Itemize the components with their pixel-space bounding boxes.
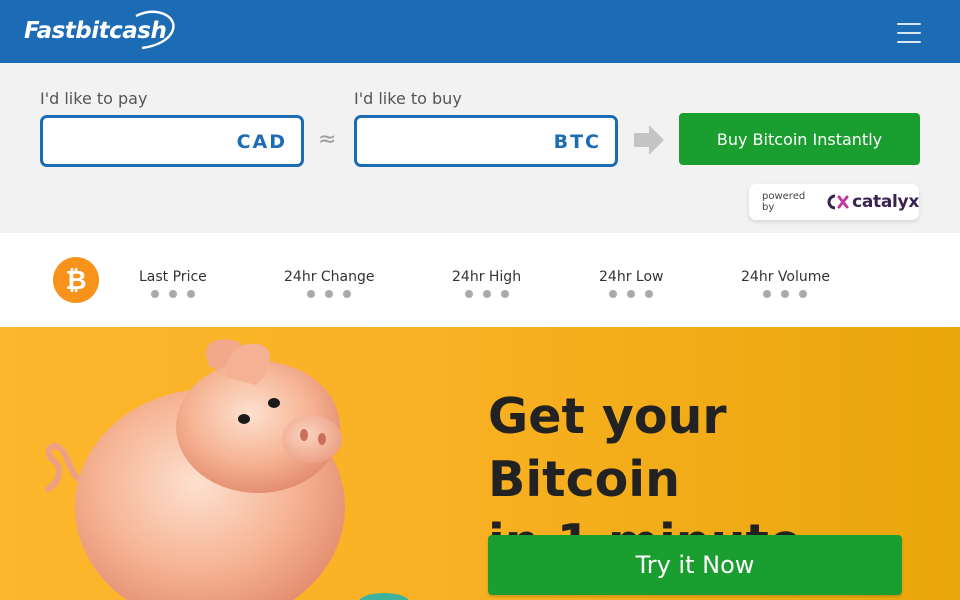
hamburger-menu-icon[interactable] bbox=[890, 18, 928, 46]
stat-24hr-low: 24hr Low bbox=[599, 269, 663, 298]
stat-24hr-volume: 24hr Volume bbox=[741, 269, 830, 298]
buy-currency-code: BTC bbox=[553, 131, 601, 153]
try-it-now-button[interactable]: Try it Now bbox=[488, 535, 902, 595]
pay-label: I'd like to pay bbox=[40, 89, 148, 108]
currency-converter: I'd like to pay CAD ≈ I'd like to buy BT… bbox=[0, 63, 960, 233]
bitcoin-icon: ₿ bbox=[53, 257, 99, 303]
stat-label: 24hr Low bbox=[599, 269, 664, 285]
catalyx-mark-icon bbox=[827, 194, 849, 210]
loading-dots-icon bbox=[599, 290, 663, 298]
buy-label: I'd like to buy bbox=[354, 89, 462, 108]
catalyx-logo: catalyx bbox=[826, 192, 919, 212]
site-logo[interactable]: Fastbitcash bbox=[24, 8, 175, 54]
stat-label: Last Price bbox=[139, 269, 207, 285]
logo-text: Fastbitcash bbox=[24, 18, 167, 44]
piggy-bank-illustration bbox=[45, 339, 409, 600]
pay-amount-field[interactable]: CAD bbox=[40, 115, 304, 167]
pay-currency-code: CAD bbox=[236, 131, 287, 153]
hero-title-line-1: Get your Bitcoin bbox=[488, 388, 727, 508]
loading-dots-icon bbox=[452, 290, 521, 298]
loading-dots-icon bbox=[139, 290, 207, 298]
price-ticker: ₿ Last Price 24hr Change 24hr High 24hr … bbox=[0, 233, 960, 327]
powered-by-badge[interactable]: powered by catalyx bbox=[749, 184, 919, 220]
stat-24hr-change: 24hr Change bbox=[284, 269, 375, 298]
arrow-right-icon bbox=[634, 125, 664, 155]
buy-bitcoin-button[interactable]: Buy Bitcoin Instantly bbox=[679, 113, 920, 165]
loading-dots-icon bbox=[284, 290, 375, 298]
stat-24hr-high: 24hr High bbox=[452, 269, 521, 298]
loading-dots-icon bbox=[741, 290, 830, 298]
buy-amount-input[interactable] bbox=[367, 126, 537, 156]
hero-banner: Get your Bitcoin in 1 minute Try it Now bbox=[0, 327, 960, 600]
catalyx-brand-text: catalyx bbox=[852, 192, 919, 212]
approx-symbol: ≈ bbox=[318, 127, 337, 152]
stat-label: 24hr High bbox=[452, 269, 522, 285]
stat-label: 24hr Volume bbox=[741, 269, 830, 285]
pay-amount-input[interactable] bbox=[53, 126, 223, 156]
stat-last-price: Last Price bbox=[139, 269, 207, 298]
site-header: Fastbitcash bbox=[0, 0, 960, 63]
powered-by-text: powered by bbox=[762, 191, 806, 213]
buy-amount-field[interactable]: BTC bbox=[354, 115, 618, 167]
stat-label: 24hr Change bbox=[284, 269, 375, 285]
